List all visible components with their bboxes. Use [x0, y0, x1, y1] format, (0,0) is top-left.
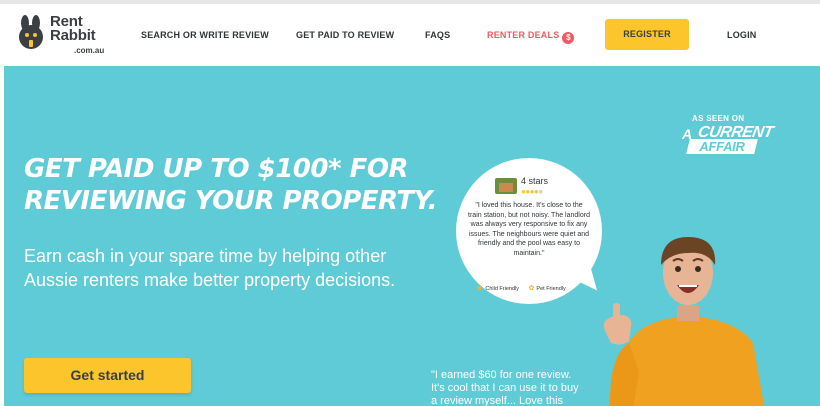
nav-get-paid-to-review[interactable]: GET PAID TO REVIEW [296, 30, 394, 40]
testimonial-line3: a review myself... Love this [431, 395, 564, 406]
star-rating: ●●●●● [521, 187, 543, 196]
tag-pet-friendly: ✿ Pet Friendly [529, 284, 566, 292]
review-tags: ☻ Child Friendly ✿ Pet Friendly [476, 284, 586, 292]
hero-sub-line1: Earn cash in your spare time by helping … [24, 246, 387, 266]
nav-search-or-write-review[interactable]: SEARCH OR WRITE REVIEW [141, 30, 269, 40]
nav-faqs[interactable]: FAQS [425, 30, 450, 40]
hero-headline-line1: GET PAID UP TO $100* FOR [24, 154, 409, 184]
review-speech-bubble: 4 stars ●●●●● "I loved this house. It's … [456, 158, 602, 304]
hero-subheadline: Earn cash in your spare time by helping … [24, 244, 444, 292]
testimonial-quote: "I earned $60 for one review. It's cool … [431, 369, 611, 406]
top-nav: Rent Rabbit .com.au SEARCH OR WRITE REVI… [0, 4, 820, 66]
nav-renter-deals[interactable]: RENTER DEALS $ [487, 30, 575, 44]
star-empty-icon: ● [538, 187, 543, 196]
paw-icon: ✿ [528, 285, 535, 292]
logo-wordmark: Rent Rabbit [50, 14, 96, 44]
hero-sub-line2: Aussie renters make better property deci… [24, 270, 396, 290]
nav-renter-deals-label: RENTER DEALS [487, 30, 560, 40]
register-button[interactable]: REGISTER [605, 19, 689, 50]
hero-headline: GET PAID UP TO $100* FOR REVIEWING YOUR … [24, 153, 444, 217]
testimonial-line1: "I earned $60 for one review. [431, 369, 572, 381]
as-seen-on-label: AS SEEN ON [692, 114, 745, 123]
as-seen-on-badge: AS SEEN ON A CURRENT AFFAIR [676, 114, 786, 154]
aca-logo-affair-box: AFFAIR [686, 139, 758, 154]
review-quote: "I loved this house. It's close to the t… [468, 202, 590, 257]
tag-child-friendly-label: Child Friendly [485, 286, 519, 292]
testimonial-line2: It's cool that I can use it to buy [431, 382, 579, 394]
hero-section: AS SEEN ON A CURRENT AFFAIR GET PAID UP … [4, 66, 820, 406]
dollar-badge-icon: $ [562, 32, 575, 44]
review-stars-label: 4 stars [521, 176, 549, 186]
rentrabbit-logo[interactable]: Rent Rabbit .com.au [14, 13, 109, 57]
get-started-button[interactable]: Get started [24, 358, 191, 393]
rabbit-logo-icon [19, 15, 43, 49]
smiling-man-photo [603, 237, 765, 406]
property-thumbnail-image [495, 178, 517, 194]
logo-domain: .com.au [74, 46, 105, 55]
tag-pet-friendly-label: Pet Friendly [536, 286, 566, 292]
hero-headline-line2: REVIEWING YOUR PROPERTY. [24, 186, 438, 216]
login-link[interactable]: LOGIN [727, 30, 757, 40]
tag-child-friendly: ☻ Child Friendly [476, 285, 519, 292]
aca-logo-affair: AFFAIR [699, 139, 745, 154]
logo-word-rabbit: Rabbit [50, 27, 96, 44]
child-icon: ☻ [476, 285, 484, 292]
